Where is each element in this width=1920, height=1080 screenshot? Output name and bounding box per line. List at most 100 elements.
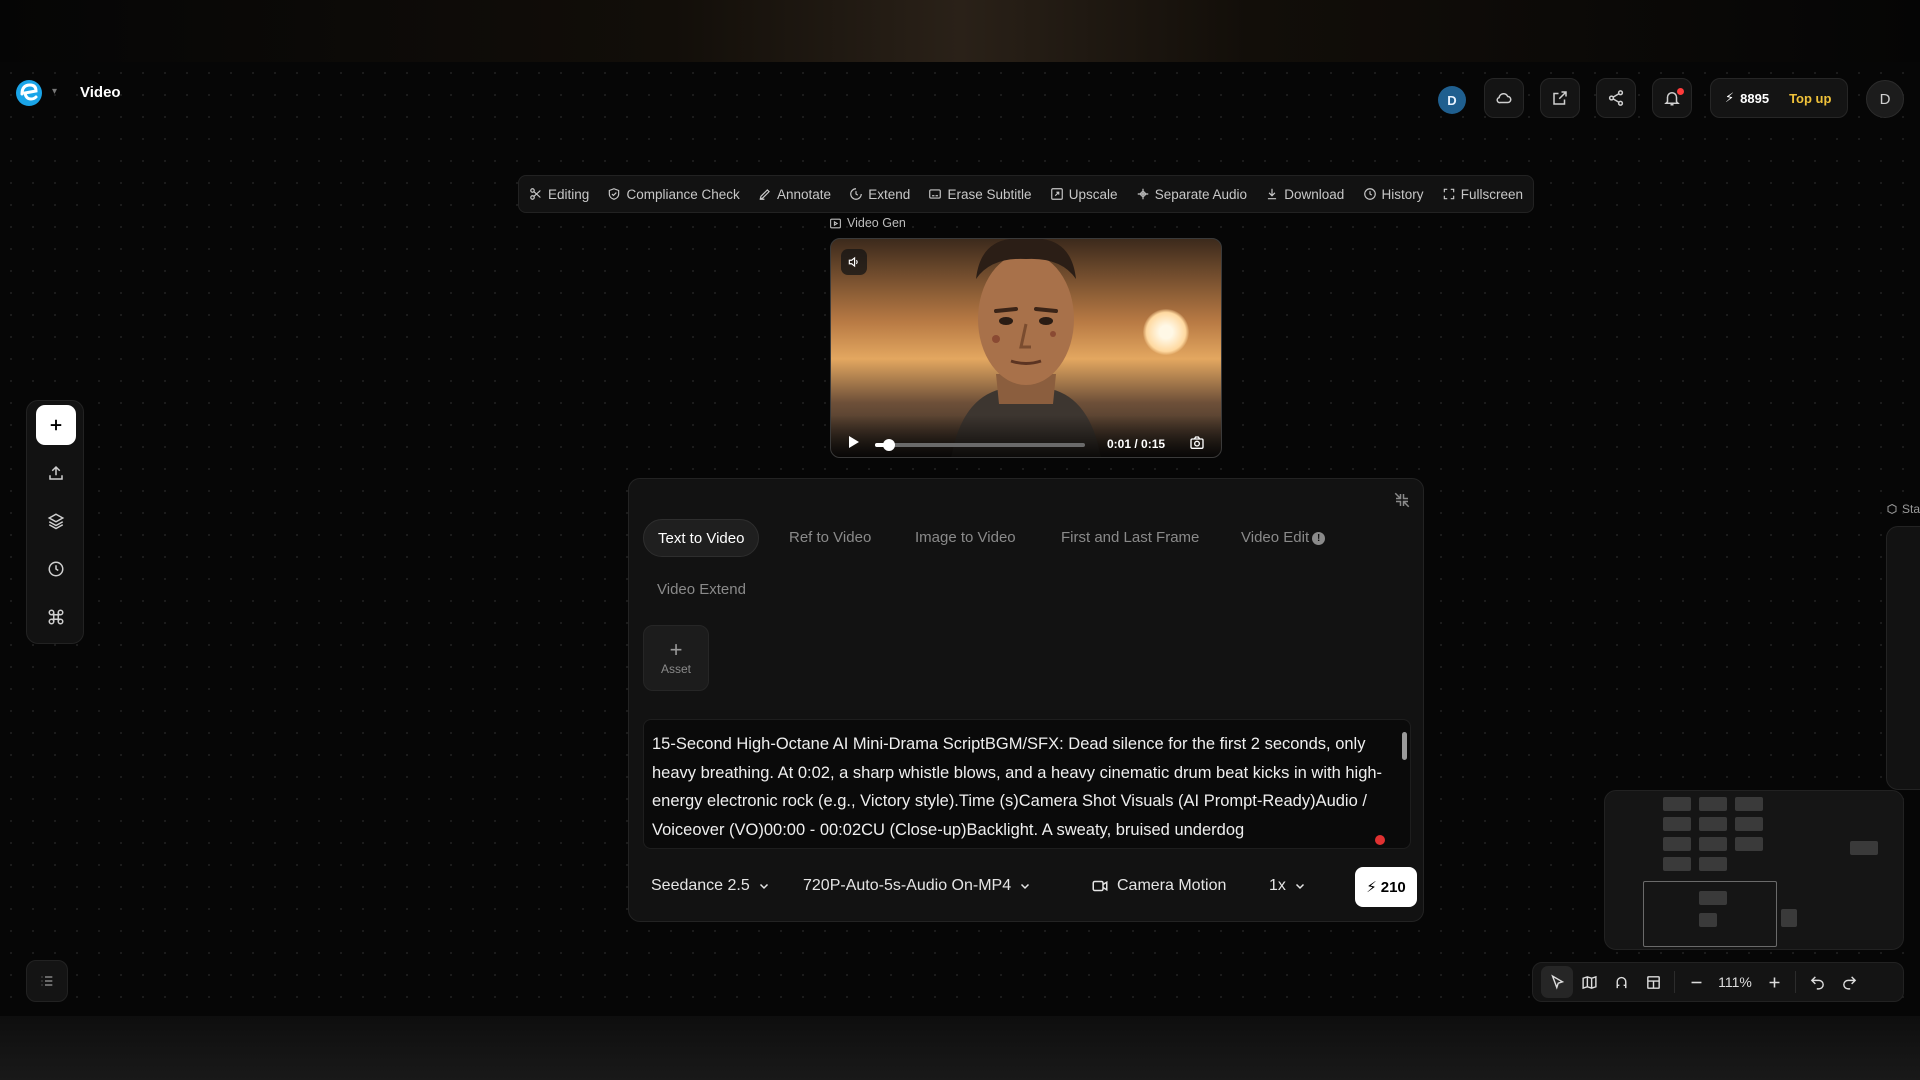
minimap-node bbox=[1735, 797, 1763, 811]
camera-motion-button[interactable]: Camera Motion bbox=[1091, 877, 1226, 895]
prompt-textarea[interactable]: 15-Second High-Octane AI Mini-Drama Scri… bbox=[643, 719, 1411, 849]
video-progress-track[interactable] bbox=[875, 439, 1085, 451]
tool-label: Download bbox=[1284, 186, 1345, 202]
pen-icon bbox=[759, 189, 770, 200]
tool-upscale[interactable]: Upscale bbox=[1050, 187, 1118, 202]
zoom-out-button[interactable] bbox=[1680, 966, 1712, 998]
app-title: Video bbox=[80, 84, 121, 101]
map-tool-button[interactable] bbox=[1573, 966, 1605, 998]
tool-compliance-check[interactable]: Compliance Check bbox=[607, 187, 740, 202]
add-asset-button[interactable]: + Asset bbox=[643, 625, 709, 691]
tool-label: Extend bbox=[868, 186, 911, 202]
cloud-sync-button[interactable] bbox=[1484, 78, 1524, 118]
video-sun-glow bbox=[1143, 309, 1189, 355]
tool-separate-audio[interactable]: Separate Audio bbox=[1136, 187, 1247, 202]
video-player[interactable]: 0:01 / 0:15 bbox=[830, 238, 1222, 458]
app-logo[interactable] bbox=[14, 78, 44, 108]
shortcuts-button[interactable] bbox=[36, 597, 76, 637]
lightning-icon: ⚡ bbox=[1725, 90, 1735, 105]
profile-avatar[interactable]: D bbox=[1866, 80, 1904, 118]
open-external-button[interactable] bbox=[1540, 78, 1580, 118]
camera-icon bbox=[1092, 880, 1108, 892]
tab-ref-to-video[interactable]: Ref to Video bbox=[775, 519, 885, 557]
topup-link[interactable]: Top up bbox=[1789, 91, 1831, 106]
top-band bbox=[0, 0, 1920, 62]
tab-image-to-video[interactable]: Image to Video bbox=[901, 519, 1030, 557]
list-icon bbox=[41, 976, 53, 986]
tool-annotate[interactable]: Annotate bbox=[758, 187, 831, 202]
tool-fullscreen[interactable]: Fullscreen bbox=[1442, 187, 1523, 202]
minimap-node bbox=[1663, 797, 1691, 811]
scissors-icon bbox=[530, 188, 541, 200]
tab-video-extend[interactable]: Video Extend bbox=[643, 571, 760, 609]
play-icon[interactable] bbox=[845, 434, 861, 450]
minimap-node bbox=[1663, 857, 1691, 871]
workspace-avatar[interactable]: D bbox=[1438, 86, 1466, 114]
tab-first-last-frame[interactable]: First and Last Frame bbox=[1047, 519, 1213, 557]
model-select[interactable]: Seedance 2.5 bbox=[651, 877, 770, 895]
format-select[interactable]: 720P-Auto-5s-Audio On-MP4 bbox=[803, 877, 1031, 895]
redo-button[interactable] bbox=[1833, 966, 1865, 998]
right-side-panel[interactable] bbox=[1886, 526, 1920, 790]
upscale-icon bbox=[1050, 188, 1063, 200]
magnet-tool-button[interactable] bbox=[1605, 966, 1637, 998]
minimap-node bbox=[1699, 857, 1727, 871]
video-progress-knob[interactable] bbox=[883, 439, 896, 451]
info-icon: ! bbox=[1312, 531, 1326, 545]
tool-editing[interactable]: Editing bbox=[529, 187, 589, 202]
tool-download[interactable]: Download bbox=[1265, 187, 1344, 202]
add-node-button[interactable] bbox=[36, 405, 76, 445]
prompt-scrollbar[interactable] bbox=[1402, 732, 1407, 760]
tab-video-edit[interactable]: Video Edit! bbox=[1227, 519, 1339, 557]
chevron-down-icon bbox=[1021, 883, 1030, 890]
speed-select[interactable]: 1x bbox=[1269, 877, 1306, 895]
tool-label: History bbox=[1381, 186, 1424, 202]
chevron-down-icon[interactable]: ▾ bbox=[52, 86, 57, 97]
zoom-in-button[interactable] bbox=[1758, 966, 1790, 998]
speed-value: 1x bbox=[1269, 877, 1286, 894]
minimap-viewport[interactable] bbox=[1643, 881, 1777, 947]
canvas-controls: 111% bbox=[1532, 962, 1904, 1002]
share-icon bbox=[1608, 90, 1624, 106]
tool-label: Annotate bbox=[777, 186, 832, 202]
shield-check-icon bbox=[609, 188, 620, 200]
extend-icon bbox=[850, 188, 863, 200]
video-toolbar: Editing Compliance Check Annotate Extend… bbox=[518, 175, 1534, 213]
layout-tool-button[interactable] bbox=[1637, 966, 1669, 998]
tab-text-to-video[interactable]: Text to Video bbox=[643, 519, 760, 557]
video-controls: 0:01 / 0:15 bbox=[831, 415, 1221, 457]
generate-button[interactable]: ⚡ 210 bbox=[1355, 867, 1417, 907]
screenshot-icon[interactable] bbox=[1189, 435, 1205, 451]
video-gen-title: Video Gen bbox=[847, 216, 906, 230]
zoom-level[interactable]: 111% bbox=[1712, 974, 1758, 990]
tool-extend[interactable]: Extend bbox=[849, 187, 910, 202]
volume-button[interactable] bbox=[841, 249, 867, 275]
select-tool-button[interactable] bbox=[1541, 966, 1573, 998]
box-icon bbox=[1887, 503, 1897, 515]
tool-history[interactable]: History bbox=[1363, 187, 1424, 202]
credits-box[interactable]: ⚡ 8895 Top up bbox=[1710, 78, 1848, 118]
panel-toggle-button[interactable] bbox=[26, 960, 68, 1002]
notification-dot bbox=[1677, 88, 1684, 95]
map-icon bbox=[1581, 975, 1597, 989]
left-sidebar bbox=[26, 400, 84, 644]
tab-video-edit-label: Video Edit bbox=[1241, 529, 1310, 546]
tool-erase-subtitle[interactable]: Erase Subtitle bbox=[928, 187, 1032, 202]
undo-button[interactable] bbox=[1801, 966, 1833, 998]
upload-button[interactable] bbox=[36, 453, 76, 493]
minimap-node bbox=[1699, 817, 1727, 831]
download-icon bbox=[1268, 188, 1277, 200]
collapse-icon[interactable] bbox=[1393, 491, 1411, 509]
notifications-button[interactable] bbox=[1652, 78, 1692, 118]
minimap[interactable] bbox=[1604, 790, 1904, 950]
separate-audio-icon bbox=[1137, 188, 1148, 200]
share-button[interactable] bbox=[1596, 78, 1636, 118]
history-button[interactable] bbox=[36, 549, 76, 589]
lightning-icon: ⚡ bbox=[1366, 879, 1377, 896]
divider bbox=[1674, 971, 1675, 993]
minimap-node bbox=[1850, 841, 1878, 855]
layers-button[interactable] bbox=[36, 501, 76, 541]
magnet-icon bbox=[1616, 976, 1626, 988]
minimap-node bbox=[1735, 837, 1763, 851]
plus-icon: + bbox=[669, 637, 683, 662]
